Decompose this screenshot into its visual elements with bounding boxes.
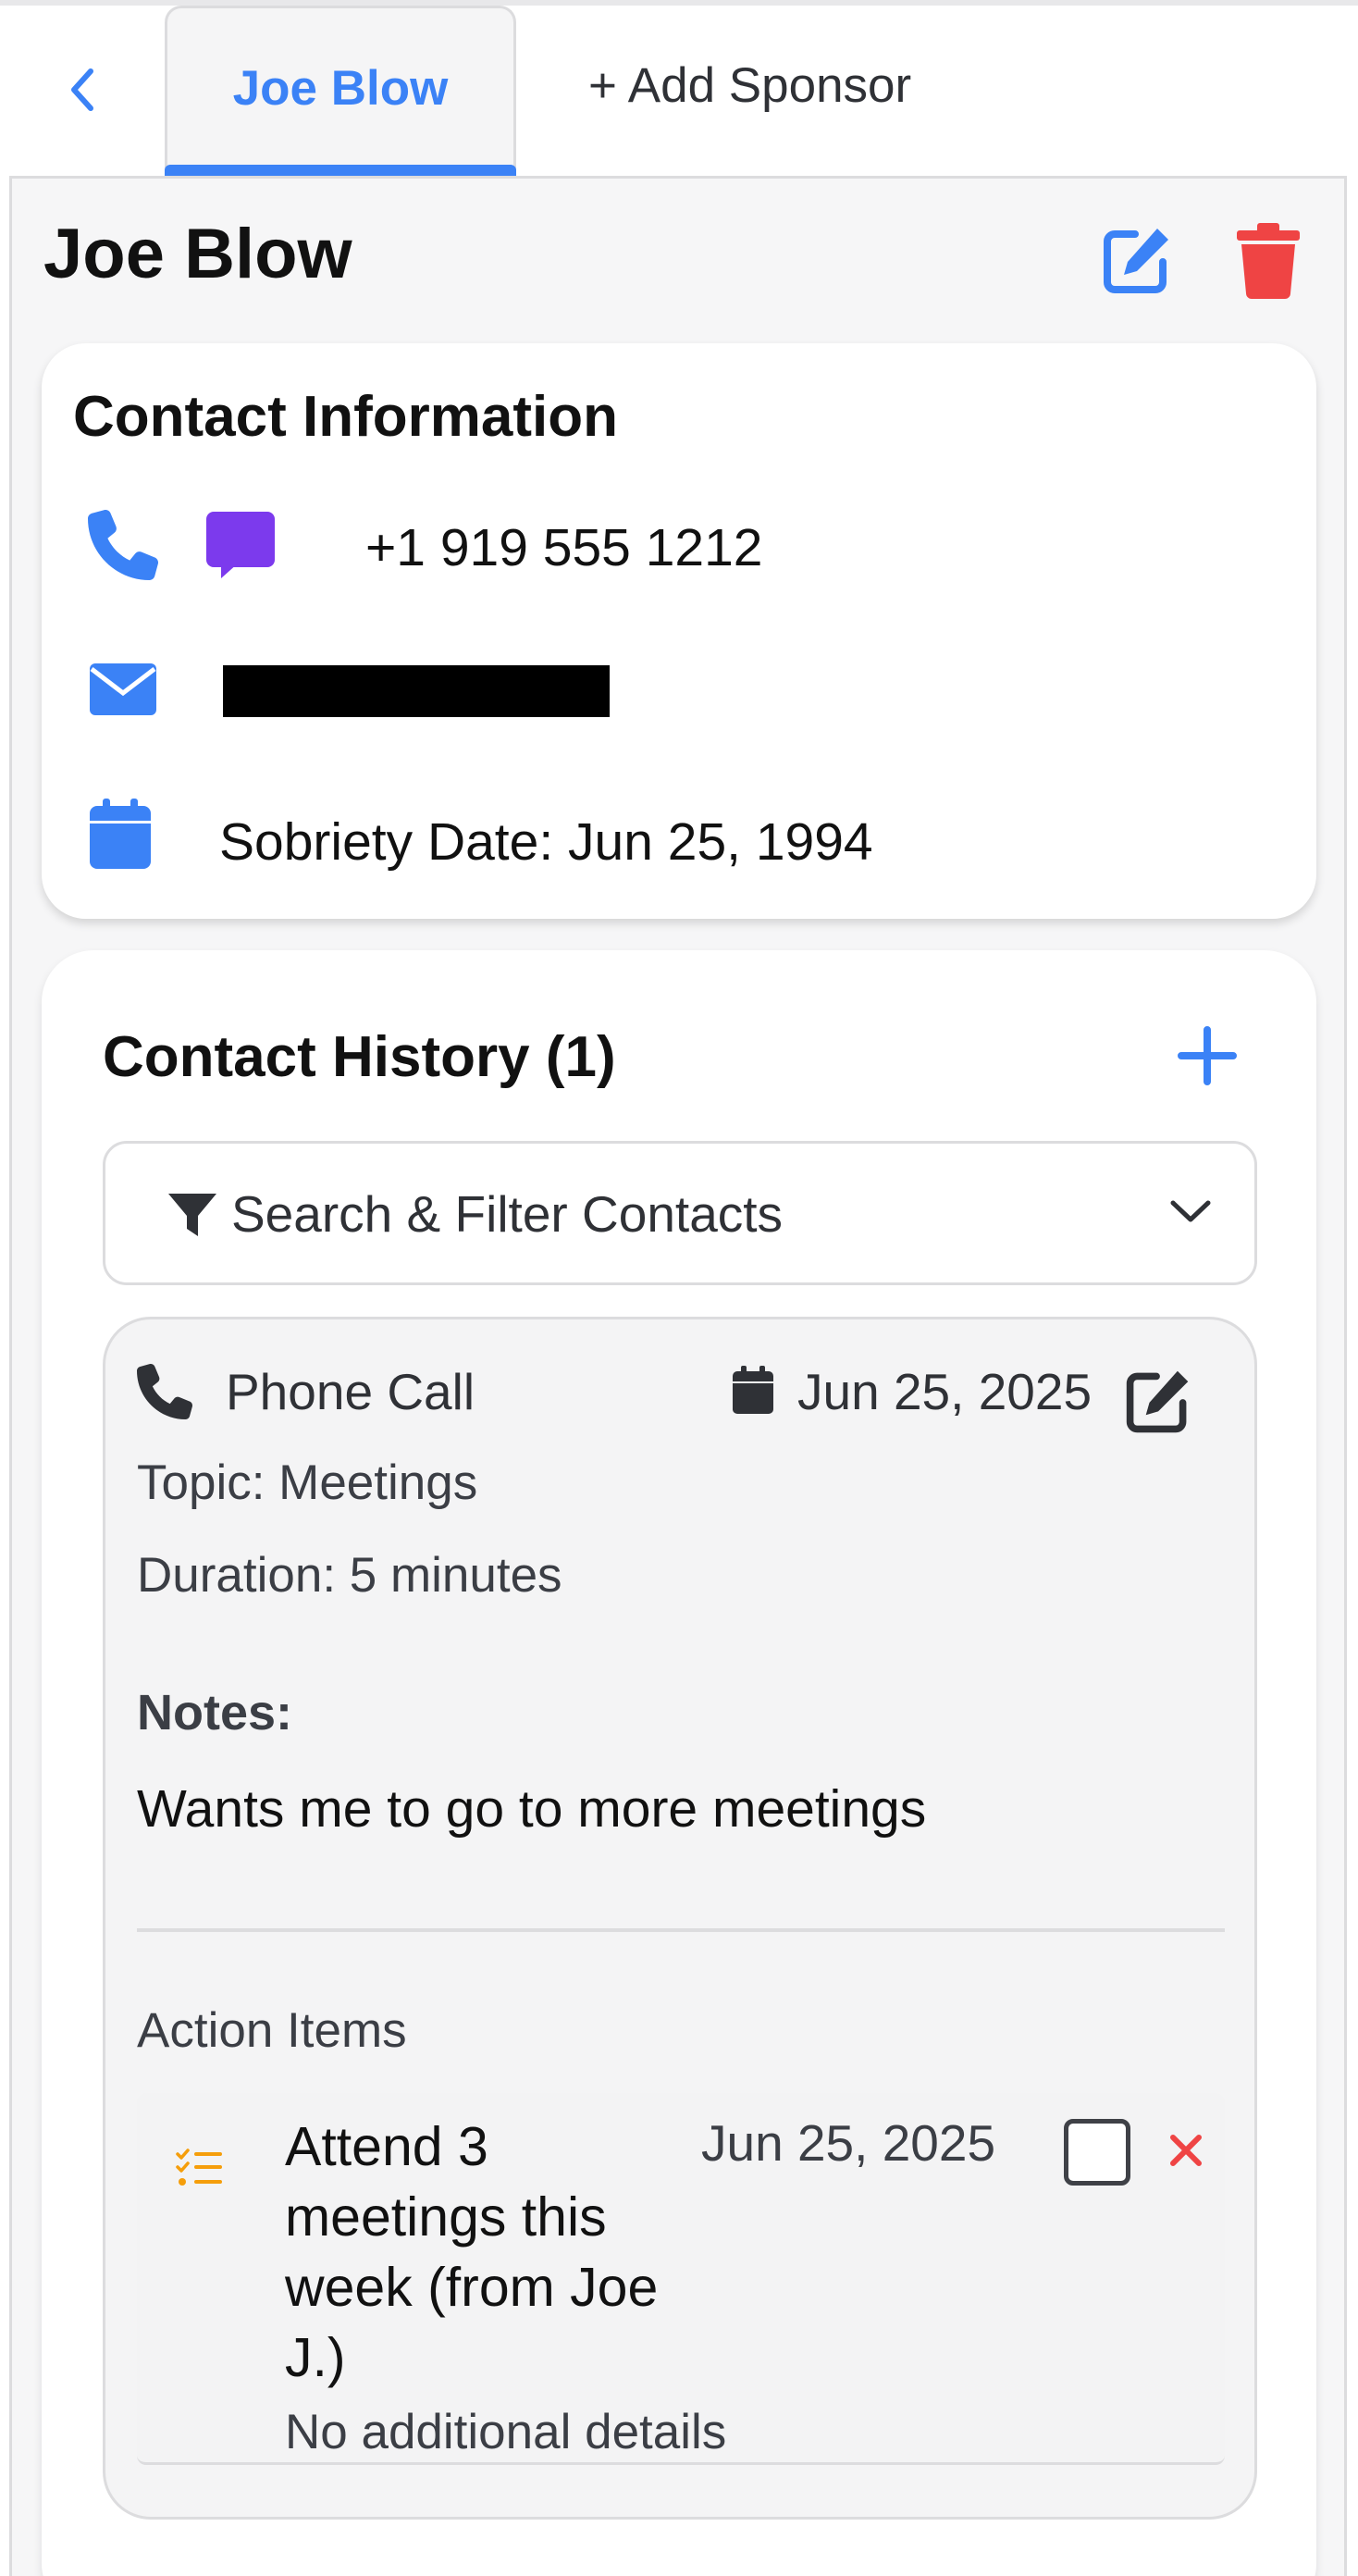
add-contact-button[interactable] [1178,1026,1237,1085]
phone-number[interactable]: +1 919 555 1212 [365,517,763,578]
contact-information-title: Contact Information [73,385,618,449]
contact-duration: Duration: 5 minutes [137,1548,562,1603]
edit-icon [1126,1370,1189,1433]
sobriety-date: Sobriety Date: Jun 25, 1994 [219,812,873,872]
divider [137,1928,1225,1932]
contact-history-title: Contact History (1) [103,1025,616,1089]
search-filter-label: Search & Filter Contacts [231,1185,784,1243]
action-item-date: Jun 25, 2025 [701,2114,996,2172]
contact-date: Jun 25, 2025 [797,1363,1093,1420]
contact-entry: Phone Call Jun 25, 2025 Topic: Meetings … [103,1317,1257,2520]
phone-icon [137,1364,192,1419]
contact-information-card: Contact Information +1 919 555 1212 Sobr… [42,343,1316,919]
sobriety-row: Sobriety Date: Jun 25, 1994 [42,795,1316,878]
plus-icon [1178,1026,1237,1085]
sponsor-panel: Joe Blow Contact Information +1 919 555 … [9,176,1347,2576]
tab-active-indicator [165,165,516,176]
back-button[interactable] [57,57,107,122]
calendar-icon [90,799,151,869]
add-sponsor-tab[interactable]: + Add Sponsor [588,57,911,114]
filter-icon [168,1194,216,1236]
email-redacted [223,665,610,717]
tab-sponsor-joe-blow[interactable]: Joe Blow [165,6,516,176]
email-row [42,647,1316,730]
tab-label: Joe Blow [232,61,449,116]
search-filter-toggle[interactable]: Search & Filter Contacts [103,1141,1257,1285]
phone-row: +1 919 555 1212 [42,501,1316,584]
contact-type: Phone Call [226,1363,475,1420]
notes-label: Notes: [137,1685,293,1740]
action-item: Attend 3 meetings this week (from Joe J.… [137,2093,1225,2465]
contact-history-card: Contact History (1) Search & Filter Cont… [42,950,1316,2576]
action-item-details: No additional details [285,2405,727,2459]
edit-contact-button[interactable] [1123,1366,1193,1436]
trash-icon [1237,223,1300,299]
chevron-down-icon [1170,1200,1211,1222]
message-icon[interactable] [204,510,277,580]
email-icon[interactable] [88,662,158,717]
notes-text: Wants me to go to more meetings [137,1779,927,1839]
close-icon [1170,2135,1202,2166]
action-items-title: Action Items [137,2003,407,2058]
sponsor-name: Joe Blow [43,215,352,293]
list-check-icon [176,2149,222,2186]
action-item-title: Attend 3 meetings this week (from Joe J.… [285,2116,659,2388]
contact-topic: Topic: Meetings [137,1455,478,1510]
edit-sponsor-button[interactable] [1100,223,1174,297]
calendar-icon [733,1366,773,1414]
action-item-checkbox[interactable] [1064,2119,1130,2186]
phone-icon[interactable] [88,510,158,580]
delete-action-item-button[interactable] [1166,2130,1206,2171]
tab-bar: Joe Blow + Add Sponsor [0,6,1358,176]
chevron-left-icon [71,68,93,111]
delete-sponsor-button[interactable] [1235,221,1302,299]
edit-icon [1104,229,1168,293]
